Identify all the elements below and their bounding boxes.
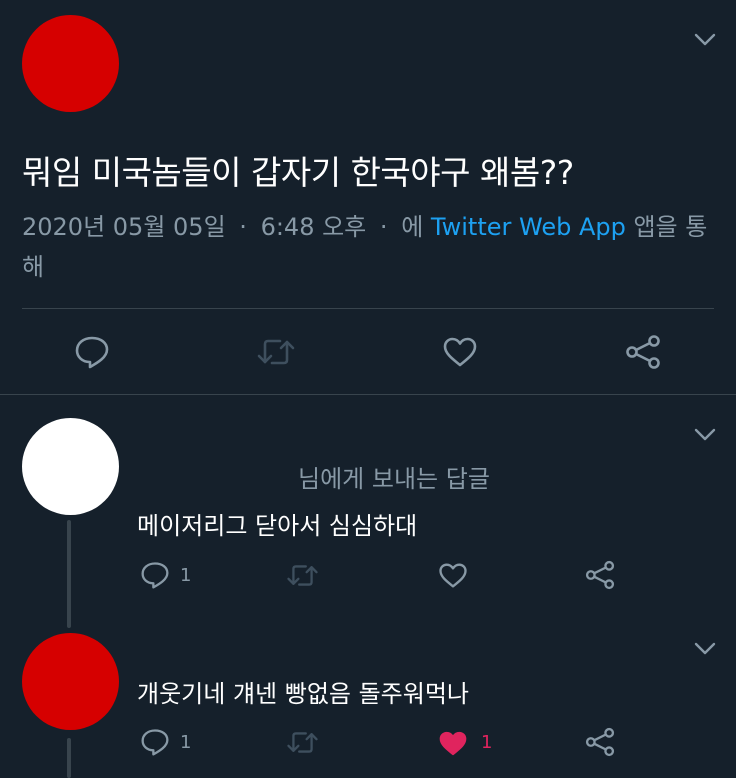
share-icon[interactable] [584, 727, 616, 757]
tweet-date: 2020년 05월 05일 [22, 213, 226, 241]
reply-icon[interactable] [140, 728, 170, 756]
chevron-down-icon[interactable] [694, 642, 716, 656]
like-count: 1 [481, 732, 493, 753]
tweet-text: 뭐임 미국놈들이 갑자기 한국야구 왜봄?? [22, 153, 574, 192]
via-prefix: 에 [401, 213, 424, 241]
tweet-text: 개웃기네 걔넨 빵없음 돌주워먹나 [137, 680, 470, 708]
meta-separator: · [239, 213, 247, 241]
divider [0, 394, 736, 395]
tweet-meta: 2020년 05월 05일 · 6:48 오후 · 에 Twitter Web … [22, 207, 722, 287]
reply-count: 1 [180, 565, 192, 586]
retweet-icon[interactable] [286, 730, 319, 755]
chevron-down-icon[interactable] [694, 33, 716, 47]
share-icon[interactable] [624, 334, 662, 370]
like-icon[interactable] [442, 336, 478, 368]
avatar[interactable] [22, 633, 119, 730]
avatar[interactable] [22, 15, 119, 112]
retweet-icon[interactable] [286, 563, 319, 588]
meta-separator: · [379, 213, 388, 241]
chevron-down-icon[interactable] [694, 428, 716, 442]
like-icon-filled[interactable] [438, 730, 468, 757]
divider [22, 308, 714, 309]
reply-to-label[interactable]: 님에게 보내는 답글 [298, 459, 490, 494]
tweet-text: 메이저리그 닫아서 심심하대 [137, 512, 418, 540]
reply-icon[interactable] [140, 561, 170, 589]
reply-count: 1 [180, 732, 192, 753]
share-icon[interactable] [584, 560, 616, 590]
reply-icon[interactable] [74, 335, 110, 369]
source-app-link[interactable]: Twitter Web App [431, 213, 626, 241]
thread-line [67, 520, 71, 628]
avatar[interactable] [22, 418, 119, 515]
like-icon[interactable] [438, 562, 468, 589]
tweet-time: 6:48 오후 [260, 213, 367, 241]
thread-line [67, 738, 71, 778]
retweet-icon[interactable] [256, 337, 296, 367]
